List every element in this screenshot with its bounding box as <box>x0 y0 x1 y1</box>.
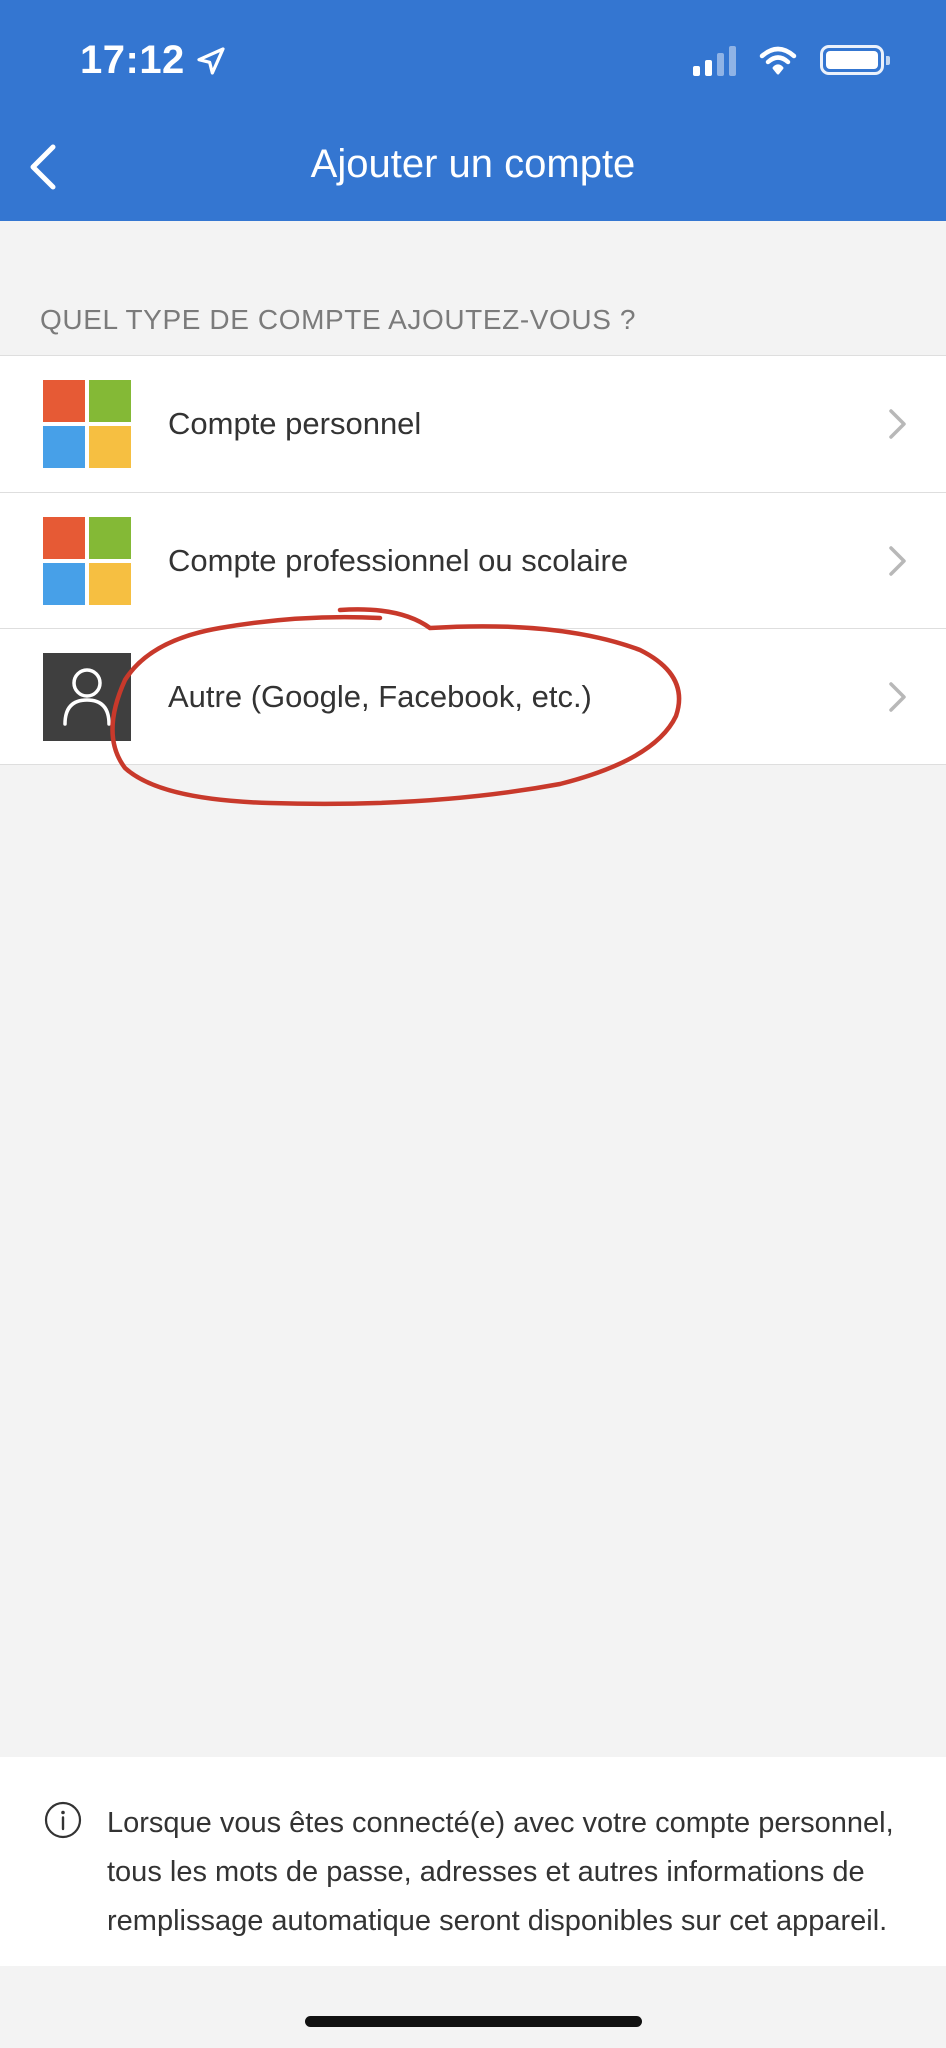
account-option-other[interactable]: Autre (Google, Facebook, etc.) <box>0 628 946 764</box>
chevron-right-icon <box>889 409 906 439</box>
page-title: Ajouter un compte <box>310 142 636 186</box>
wifi-icon <box>759 46 797 75</box>
battery-icon <box>820 45 890 75</box>
chevron-right-icon <box>889 545 906 576</box>
account-option-label: Autre (Google, Facebook, etc.) <box>168 678 592 714</box>
info-icon <box>44 1801 82 1839</box>
account-option-personal[interactable]: Compte personnel <box>0 356 946 492</box>
info-panel: Lorsque vous êtes connecté(e) avec votre… <box>0 1757 946 1966</box>
microsoft-logo-icon <box>43 380 131 468</box>
person-icon <box>43 653 131 741</box>
account-option-label: Compte personnel <box>168 406 422 441</box>
home-indicator[interactable] <box>305 2016 642 2027</box>
section-header: QUEL TYPE DE COMPTE AJOUTEZ-VOUS ? <box>40 304 637 335</box>
signal-icon <box>693 44 736 76</box>
account-option-label: Compte professionnel ou scolaire <box>168 542 629 578</box>
chevron-right-icon <box>889 681 906 712</box>
status-time: 17:12 <box>80 38 185 82</box>
account-option-work-school[interactable]: Compte professionnel ou scolaire <box>0 492 946 628</box>
account-type-list: Compte personnel Compte professionnel ou… <box>0 355 946 765</box>
home-area <box>0 1966 946 2048</box>
microsoft-logo-icon <box>43 517 131 605</box>
info-text: Lorsque vous êtes connecté(e) avec votre… <box>107 1807 894 1937</box>
top-bar: 17:12 Ajouter un compte <box>0 0 946 221</box>
status-icons <box>693 44 890 76</box>
location-arrow-icon <box>197 46 225 75</box>
status-time-container: 17:12 <box>80 38 227 83</box>
